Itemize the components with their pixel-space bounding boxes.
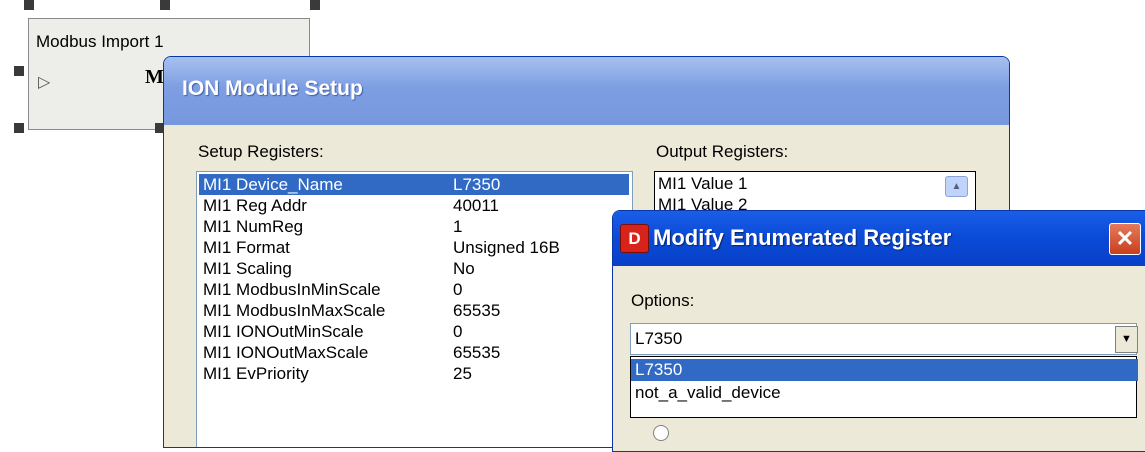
resize-handle[interactable]	[310, 0, 320, 10]
enum-dialog-titlebar[interactable]: D Modify Enumerated Register ✕	[613, 211, 1145, 266]
app-icon: D	[620, 224, 649, 253]
register-name: MI1 EvPriority	[203, 364, 309, 383]
register-name: MI1 Reg Addr	[203, 196, 307, 215]
options-combobox[interactable]: L7350 ▼	[630, 323, 1138, 355]
setup-register-row[interactable]: MI1 ModbusInMinScale 0	[199, 279, 629, 300]
scroll-up-arrow-icon[interactable]: ▲	[945, 176, 968, 197]
register-name: MI1 ModbusInMinScale	[203, 280, 381, 299]
register-value: L7350	[453, 175, 501, 194]
register-value: 1	[453, 217, 463, 236]
register-value: 65535	[453, 343, 501, 362]
chevron-down-icon[interactable]: ▼	[1115, 326, 1138, 353]
setup-register-row[interactable]: MI1 Format Unsigned 16B	[199, 237, 629, 258]
register-name: MI1 ModbusInMaxScale	[203, 301, 386, 320]
register-name: MI1 IONOutMinScale	[203, 322, 364, 341]
module-glyph: M	[145, 66, 164, 88]
setup-register-row[interactable]: MI1 Device_Name L7350	[199, 174, 629, 195]
setup-register-row[interactable]: MI1 Scaling No	[199, 258, 629, 279]
resize-handle[interactable]	[14, 66, 24, 76]
canvas-area	[0, 0, 1145, 8]
modify-enumerated-register-dialog: D Modify Enumerated Register ✕ Options: …	[612, 210, 1145, 452]
ion-dialog-titlebar[interactable]: ION Module Setup	[164, 57, 1009, 125]
ion-dialog-title: ION Module Setup	[182, 77, 363, 100]
register-value: No	[453, 259, 475, 278]
enum-dialog-title: Modify Enumerated Register	[653, 225, 952, 250]
option-item[interactable]: L7350	[631, 359, 1138, 381]
resize-handle[interactable]	[24, 0, 34, 10]
resize-handle[interactable]	[14, 123, 24, 133]
register-name: MI1 Device_Name	[203, 175, 343, 194]
close-icon[interactable]: ✕	[1109, 223, 1141, 255]
setup-register-row[interactable]: MI1 Reg Addr 40011	[199, 195, 629, 216]
options-selected-value: L7350	[635, 329, 683, 348]
options-label: Options:	[631, 291, 695, 310]
setup-register-row[interactable]: MI1 NumReg 1	[199, 216, 629, 237]
output-registers-label: Output Registers:	[656, 142, 789, 161]
module-title: Modbus Import 1	[36, 32, 164, 51]
setup-register-row[interactable]: MI1 ModbusInMaxScale 65535	[199, 300, 629, 321]
resize-handle[interactable]	[160, 0, 170, 10]
register-name: MI1 Scaling	[203, 259, 292, 278]
register-value: 65535	[453, 301, 501, 320]
register-name: MI1 Format	[203, 238, 290, 257]
module-input-arrow-icon[interactable]: ▷	[38, 72, 50, 92]
output-register-item[interactable]: MI1 Value 1	[658, 174, 747, 194]
register-value: 25	[453, 364, 472, 383]
setup-registers-list[interactable]: MI1 Device_Name L7350 MI1 Reg Addr 40011…	[196, 171, 633, 447]
register-name: MI1 NumReg	[203, 217, 304, 236]
register-value: 0	[453, 322, 463, 341]
option-item[interactable]: not_a_valid_device	[631, 382, 1138, 404]
radio-button[interactable]	[653, 425, 669, 441]
register-value: 0	[453, 280, 463, 299]
options-dropdown-list[interactable]: L7350 not_a_valid_device	[630, 356, 1138, 418]
register-value: Unsigned 16B	[453, 238, 560, 257]
register-name: MI1 IONOutMaxScale	[203, 343, 369, 362]
setup-register-row[interactable]: MI1 IONOutMinScale 0	[199, 321, 629, 342]
setup-register-row[interactable]: MI1 IONOutMaxScale 65535	[199, 342, 629, 363]
setup-register-row[interactable]: MI1 EvPriority 25	[199, 363, 629, 384]
register-value: 40011	[453, 196, 500, 215]
setup-registers-label: Setup Registers:	[198, 142, 324, 161]
